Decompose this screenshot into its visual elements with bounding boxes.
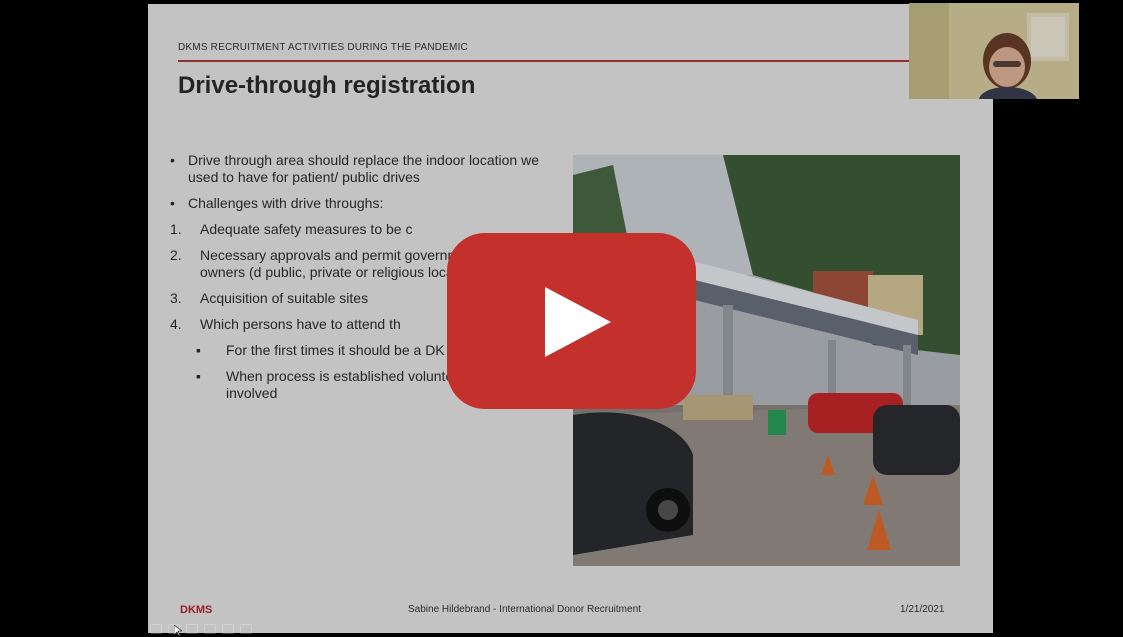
list-item: • Drive through area should replace the i…	[170, 152, 539, 185]
video-player[interactable]: DKMS RECRUITMENT ACTIVITIES DURING THE P…	[0, 0, 1123, 637]
control-icon[interactable]	[240, 624, 252, 634]
player-controls[interactable]	[150, 622, 252, 636]
control-icon[interactable]	[204, 624, 216, 634]
header-divider	[178, 60, 938, 62]
control-icon[interactable]	[186, 624, 198, 634]
control-icon[interactable]	[150, 624, 162, 634]
presenter-video	[909, 3, 1079, 99]
play-button[interactable]	[447, 233, 696, 409]
mouse-cursor-icon	[173, 624, 183, 637]
list-item: • Challenges with drive throughs:	[170, 195, 384, 211]
cursor-graphic	[173, 624, 183, 637]
footer-date: 1/21/2021	[900, 604, 945, 615]
slide-header: DKMS RECRUITMENT ACTIVITIES DURING THE P…	[178, 42, 468, 53]
slide-title: Drive-through registration	[178, 72, 476, 99]
footer-presenter: Sabine Hildebrand - International Donor …	[408, 604, 641, 615]
footer-brand-logo: DKMS	[180, 604, 213, 616]
control-icon[interactable]	[222, 624, 234, 634]
webcam-overlay	[909, 3, 1079, 99]
play-icon	[447, 233, 696, 409]
